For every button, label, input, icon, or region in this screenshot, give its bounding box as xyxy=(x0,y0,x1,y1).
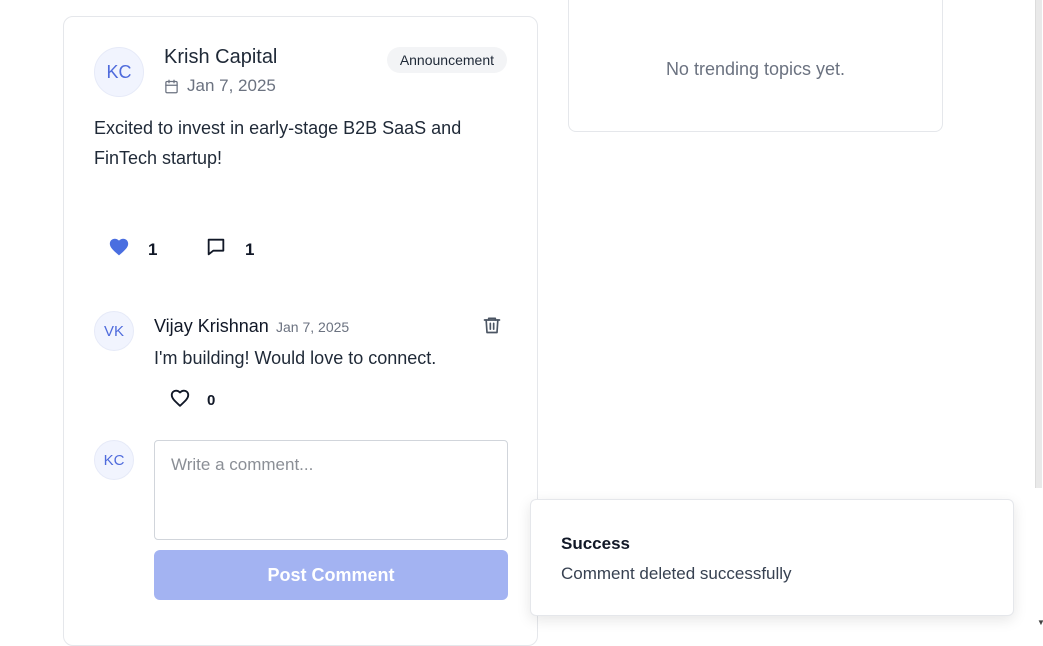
comment-like-button[interactable]: 0 xyxy=(169,387,215,414)
comment-like-count: 0 xyxy=(207,392,216,409)
comment-input[interactable] xyxy=(154,440,508,540)
post-date: Jan 7, 2025 xyxy=(164,76,276,96)
post-tag-badge: Announcement xyxy=(386,47,507,73)
author-name[interactable]: Krish Capital xyxy=(164,46,277,69)
commenter-name[interactable]: Vijay Krishnan xyxy=(154,316,269,337)
heart-filled-icon xyxy=(108,236,130,263)
comment-count: 1 xyxy=(245,239,255,259)
author-avatar[interactable]: KC xyxy=(94,47,144,97)
heart-outline-icon xyxy=(169,387,191,414)
trending-topics-card: No trending topics yet. xyxy=(568,0,943,132)
post-date-text: Jan 7, 2025 xyxy=(187,76,276,95)
scrollbar-thumb[interactable] xyxy=(1035,0,1042,488)
page-scrollbar[interactable] xyxy=(1034,0,1043,628)
delete-comment-button[interactable] xyxy=(482,315,504,337)
toast-title: Success xyxy=(561,534,630,553)
current-user-avatar: KC xyxy=(94,440,134,480)
calendar-icon xyxy=(164,79,179,94)
trash-icon xyxy=(482,315,504,340)
scroll-down-arrow-icon[interactable]: ▼ xyxy=(1037,618,1043,627)
commenter-avatar[interactable]: VK xyxy=(94,311,134,351)
comment-count-button[interactable]: 1 xyxy=(205,236,254,263)
comment-text: I'm building! Would love to connect. xyxy=(154,348,437,368)
toast-message: Comment deleted successfully xyxy=(561,564,792,583)
post-body: Excited to invest in early-stage B2B Saa… xyxy=(94,118,462,168)
comment-icon xyxy=(205,236,227,263)
like-count: 1 xyxy=(148,239,158,259)
trending-empty-message: No trending topics yet. xyxy=(665,59,846,79)
post-card: KC Krish Capital Jan 7, 2025 Announcemen… xyxy=(63,16,538,646)
success-toast[interactable]: Success Comment deleted successfully xyxy=(530,499,1014,616)
like-button[interactable]: 1 xyxy=(108,236,157,263)
post-comment-button[interactable]: Post Comment xyxy=(154,550,508,600)
comment-date: Jan 7, 2025 xyxy=(276,319,350,335)
